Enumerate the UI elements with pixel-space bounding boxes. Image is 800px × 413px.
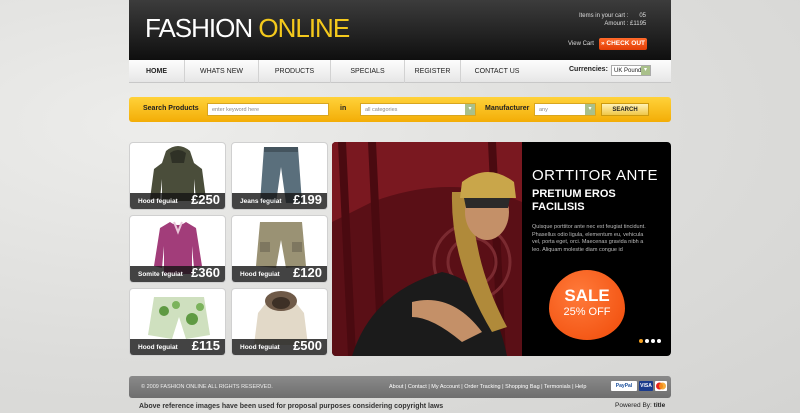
- checkout-label: CHECK OUT: [606, 40, 646, 47]
- cart-items-count: 05: [639, 13, 646, 19]
- nav-item-contact-us[interactable]: CONTACT US: [461, 60, 533, 83]
- promo-banner[interactable]: ORTTITOR ANTE PRETIUM EROS FACILISIS Qui…: [332, 142, 671, 356]
- visa-icon: VISA: [639, 381, 653, 391]
- copyright-text: © 2009 FASHION ONLINE ALL RIGHTS RESERVE…: [141, 384, 273, 390]
- in-label: in: [340, 105, 347, 112]
- chevron-down-icon: ▾: [585, 104, 595, 115]
- manufacturer-select[interactable]: any ▾: [534, 103, 596, 116]
- product-card[interactable]: Hood feguiat £120: [231, 215, 328, 283]
- site-footer: © 2009 FASHION ONLINE ALL RIGHTS RESERVE…: [129, 376, 671, 398]
- slider-dot[interactable]: [645, 339, 649, 343]
- product-name: Hood feguiat: [240, 344, 280, 351]
- nav-item-whats-new[interactable]: WHATS NEW: [185, 60, 259, 83]
- product-price: £360: [191, 265, 220, 280]
- product-card[interactable]: Hood feguiat £115: [129, 288, 226, 356]
- product-price: £120: [293, 265, 322, 280]
- product-card[interactable]: Hood feguiat £250: [129, 142, 226, 210]
- cart-amount-label: Amount :: [604, 21, 629, 27]
- view-cart-link[interactable]: View Cart: [568, 41, 594, 47]
- currency-select[interactable]: UK Pound ▾: [611, 65, 651, 76]
- slider-dots: [637, 330, 661, 348]
- product-card[interactable]: Somite feguiat £360: [129, 215, 226, 283]
- page-wrapper: FASHION ONLINE Items in your cart : 05 A…: [129, 0, 671, 413]
- paypal-icon: PayPal: [611, 381, 637, 391]
- main-nav: HOME WHATS NEW PRODUCTS SPECIALS REGISTE…: [129, 60, 671, 83]
- manufacturer-value: any: [539, 107, 548, 113]
- nav-item-register[interactable]: REGISTER: [405, 60, 461, 83]
- search-bar: Search Products enter keyword here in al…: [129, 97, 671, 122]
- nav-item-products[interactable]: PRODUCTS: [259, 60, 331, 83]
- footer-links[interactable]: About | Contact | My Account | Order Tra…: [389, 384, 586, 390]
- search-input[interactable]: enter keyword here: [207, 103, 329, 116]
- product-card[interactable]: Hood feguiat £500: [231, 288, 328, 356]
- product-card[interactable]: Jeans feguiat £199: [231, 142, 328, 210]
- copyright-note: Above reference images have been used fo…: [139, 403, 444, 410]
- sale-discount: 25% OFF: [563, 306, 611, 318]
- mastercard-icon: [655, 381, 667, 391]
- site-header: FASHION ONLINE Items in your cart : 05 A…: [129, 0, 671, 60]
- product-price: £115: [191, 338, 220, 353]
- logo-text-fashion: FASHION: [145, 13, 253, 43]
- powered-by-brand: title: [653, 402, 666, 409]
- checkout-arrow-icon: »: [600, 40, 605, 47]
- slider-dot[interactable]: [657, 339, 661, 343]
- checkout-button[interactable]: » CHECK OUT: [599, 38, 647, 50]
- category-value: all categories: [365, 107, 398, 113]
- category-select[interactable]: all categories ▾: [360, 103, 476, 116]
- currencies-label: Currencies:: [569, 66, 608, 73]
- chevron-down-icon: ▾: [641, 66, 650, 75]
- banner-text: Quisque porttitor ante nec est feugiat t…: [532, 224, 646, 253]
- banner-title: ORTTITOR ANTE: [532, 167, 658, 184]
- sale-label: SALE: [564, 286, 610, 305]
- model-photo-illustration: [332, 142, 522, 356]
- search-button[interactable]: SEARCH: [601, 103, 649, 116]
- product-price: £250: [191, 192, 220, 207]
- product-name: Jeans feguiat: [240, 198, 282, 205]
- site-logo[interactable]: FASHION ONLINE: [145, 13, 350, 44]
- product-name: Hood feguiat: [138, 344, 178, 351]
- cart-summary: Items in your cart : 05 Amount : £1195: [579, 12, 646, 28]
- product-name: Hood feguiat: [240, 271, 280, 278]
- powered-by[interactable]: Powered By: title: [615, 402, 665, 409]
- sale-badge[interactable]: SALE 25% OFF: [549, 270, 625, 340]
- search-products-label: Search Products: [143, 105, 199, 112]
- slider-dot[interactable]: [651, 339, 655, 343]
- product-name: Somite feguiat: [138, 271, 183, 278]
- banner-subtitle: PRETIUM EROS FACILISIS: [532, 188, 616, 213]
- nav-item-specials[interactable]: SPECIALS: [331, 60, 405, 83]
- currency-value: UK Pound: [614, 68, 642, 74]
- product-price: £500: [293, 338, 322, 353]
- logo-text-online: ONLINE: [258, 13, 350, 43]
- chevron-down-icon: ▾: [465, 104, 475, 115]
- product-name: Hood feguiat: [138, 198, 178, 205]
- product-price: £199: [293, 192, 322, 207]
- cart-amount-value: £1195: [630, 21, 647, 27]
- nav-item-home[interactable]: HOME: [129, 60, 185, 83]
- slider-dot[interactable]: [639, 339, 643, 343]
- manufacturer-label: Manufacturer: [485, 105, 530, 112]
- powered-by-label: Powered By:: [615, 402, 652, 409]
- cart-items-label: Items in your cart :: [578, 13, 629, 19]
